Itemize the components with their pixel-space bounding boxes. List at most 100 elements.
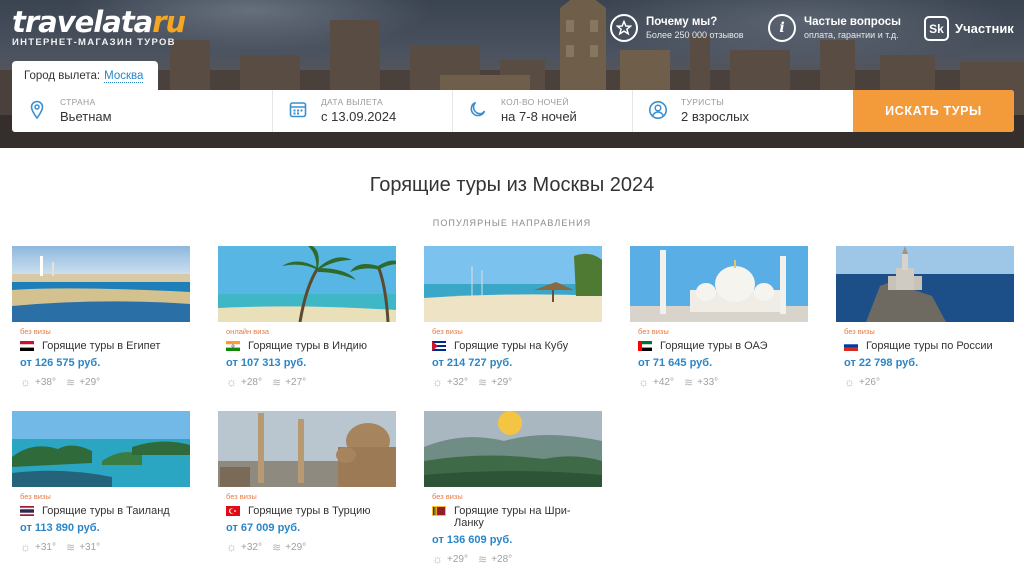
location-pin-icon (26, 100, 48, 122)
card-title[interactable]: Горящие туры на Кубу (454, 340, 568, 352)
destination-card-russia[interactable]: без визы Горящие туры по России от 22 79… (836, 246, 1014, 389)
sun-icon: ☼ (844, 375, 855, 389)
card-title[interactable]: Горящие туры по России (866, 340, 993, 352)
why-us-title: Почему мы? (646, 16, 718, 28)
page-title: Горящие туры из Москвы 2024 (369, 174, 655, 196)
russia-flag-icon (844, 341, 858, 351)
faq-sub: оплата, гарантии и т.д. (804, 30, 899, 40)
star-icon (610, 14, 638, 42)
sk-badge-icon: Sk (924, 16, 949, 41)
sun-icon: ☼ (226, 540, 237, 554)
water-temp: +29° (491, 376, 513, 388)
card-price: от 22 798 руб. (844, 357, 919, 369)
card-title[interactable]: Горящие туры в ОАЭ (660, 340, 768, 352)
tourists-label: Туристы (681, 97, 725, 107)
uae-photo (630, 246, 808, 322)
visa-note: без визы (20, 492, 51, 501)
water-icon: ≋ (271, 541, 282, 554)
air-temp: +32° (241, 541, 262, 553)
air-temp: +28° (241, 376, 262, 388)
date-value: с 13.09.2024 (321, 109, 397, 124)
sun-icon: ☼ (432, 552, 443, 566)
card-title[interactable]: Горящие туры в Индию (248, 340, 367, 352)
nights-value: на 7-8 ночей (501, 109, 577, 124)
water-temp: +33° (697, 376, 719, 388)
country-label: Страна (60, 97, 96, 107)
card-title[interactable]: Горящие туры в Египет (42, 340, 160, 352)
section-subtitle: ПОПУЛЯРНЫЕ НАПРАВЛЕНИЯ (432, 218, 592, 228)
air-temp: +42° (653, 376, 674, 388)
srilanka-photo (424, 411, 602, 487)
air-temp: +31° (35, 541, 56, 553)
destination-card-india[interactable]: онлайн виза Горящие туры в Индию от 107 … (218, 246, 396, 389)
card-title[interactable]: Горящие туры в Таиланд (42, 505, 170, 517)
sun-icon: ☼ (20, 375, 31, 389)
site-logo[interactable]: travelataru ИНТЕРНЕТ-МАГАЗИН ТУРОВ (12, 5, 186, 48)
water-temp: +29° (79, 376, 101, 388)
egypt-photo (12, 246, 190, 322)
nights-label: Кол-во ночей (501, 97, 569, 107)
card-title[interactable]: Горящие туры в Турцию (248, 505, 370, 517)
thailand-flag-icon (20, 506, 34, 516)
faq-title: Частые вопросы (804, 16, 901, 28)
destination-card-uae[interactable]: без визы Горящие туры в ОАЭ от 71 645 ру… (630, 246, 808, 389)
uae-flag-icon (638, 341, 652, 351)
sun-icon: ☼ (226, 375, 237, 389)
visa-note: онлайн виза (226, 327, 270, 336)
tourists-field[interactable]: Туристы 2 взрослых (633, 90, 853, 132)
water-icon: ≋ (271, 376, 282, 389)
water-temp: +28° (491, 553, 513, 565)
why-us-link[interactable]: Почему мы? Более 250 000 отзывов (610, 14, 744, 42)
air-temp: +32° (447, 376, 468, 388)
thailand-photo (12, 411, 190, 487)
member-label: Участник (955, 21, 1014, 36)
destination-card-cuba[interactable]: без визы Горящие туры на Кубу от 214 727… (424, 246, 602, 389)
visa-note: без визы (20, 327, 51, 336)
card-price: от 107 313 руб. (226, 357, 307, 369)
visa-note: без визы (638, 327, 669, 336)
air-temp: +38° (35, 376, 56, 388)
logo-text: travelata (12, 5, 153, 39)
nights-field[interactable]: Кол-во ночей на 7-8 ночей (453, 90, 633, 132)
card-price: от 113 890 руб. (20, 522, 100, 534)
card-price: от 67 009 руб. (226, 522, 301, 534)
srilanka-flag-icon (432, 506, 446, 516)
faq-link[interactable]: i Частые вопросы оплата, гарантии и т.д. (768, 14, 901, 42)
water-icon: ≋ (477, 376, 488, 389)
departure-city-tab[interactable]: Город вылета: Москва (12, 61, 158, 91)
country-field[interactable]: Страна Вьетнам (12, 90, 273, 132)
info-icon: i (768, 14, 796, 42)
water-temp: +31° (79, 541, 101, 553)
search-tours-button[interactable]: Искать туры (853, 90, 1014, 132)
country-value: Вьетнам (60, 109, 112, 124)
sun-icon: ☼ (638, 375, 649, 389)
water-temp: +27° (285, 376, 307, 388)
water-icon: ≋ (683, 376, 694, 389)
air-temp: +26° (859, 376, 880, 388)
destination-card-egypt[interactable]: без визы Горящие туры в Египет от 126 57… (12, 246, 190, 389)
card-price: от 71 645 руб. (638, 357, 713, 369)
turkey-photo (218, 411, 396, 487)
cuba-photo (424, 246, 602, 322)
cuba-flag-icon (432, 341, 446, 351)
user-icon (647, 100, 669, 122)
departure-city-value[interactable]: Москва (104, 70, 144, 83)
card-price: от 136 609 руб. (432, 534, 513, 546)
date-field[interactable]: Дата вылета с 13.09.2024 (273, 90, 453, 132)
member-link[interactable]: Sk Участник (924, 16, 1014, 41)
destination-card-srilanka[interactable]: без визы Горящие туры на Шри-Ланку от 13… (424, 411, 602, 566)
destination-card-thailand[interactable]: без визы Горящие туры в Таиланд от 113 8… (12, 411, 190, 554)
why-us-sub: Более 250 000 отзывов (646, 30, 744, 40)
search-form: Страна Вьетнам Дата вылета с 13.09.2024 … (12, 90, 1014, 132)
visa-note: без визы (432, 492, 463, 501)
card-price: от 126 575 руб. (20, 357, 101, 369)
visa-note: без визы (432, 327, 463, 336)
india-flag-icon (226, 341, 240, 351)
water-icon: ≋ (477, 553, 488, 566)
russia-photo (836, 246, 1014, 322)
sun-icon: ☼ (20, 540, 31, 554)
destination-card-turkey[interactable]: без визы Горящие туры в Турцию от 67 009… (218, 411, 396, 554)
logo-tagline: ИНТЕРНЕТ-МАГАЗИН ТУРОВ (12, 37, 176, 48)
turkey-flag-icon (226, 506, 240, 516)
card-title[interactable]: Горящие туры на Шри-Ланку (454, 505, 594, 529)
